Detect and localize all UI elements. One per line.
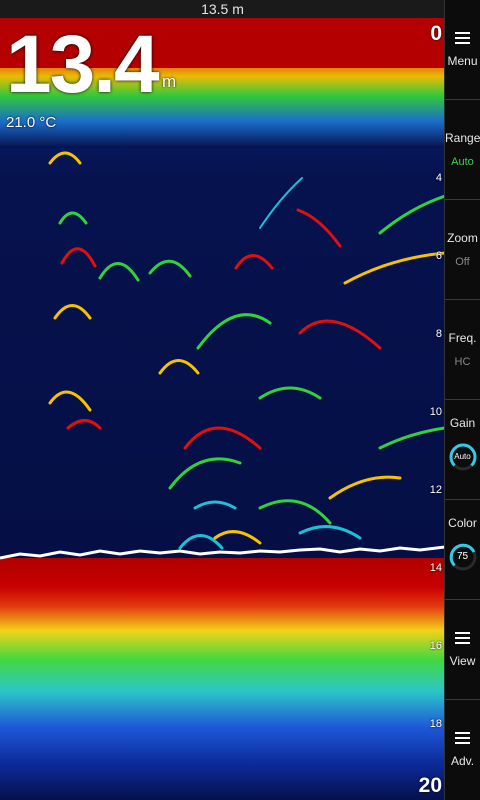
hamburger-icon (455, 732, 470, 744)
scale-label-4: 4 (435, 172, 442, 184)
hamburger-icon (455, 32, 470, 44)
water-temperature: 21.0 °C (6, 114, 57, 131)
scale-label-20: 20 (418, 774, 442, 797)
range-button[interactable]: Range Auto (445, 100, 480, 200)
status-depth-text: 13.5 m (201, 1, 244, 17)
zoom-button[interactable]: Zoom Off (445, 200, 480, 300)
zoom-label: Zoom (447, 231, 478, 245)
color-label: Color (448, 516, 477, 530)
zoom-value: Off (455, 256, 470, 268)
scale-label-18: 18 (429, 718, 442, 730)
advanced-label: Adv. (450, 754, 475, 768)
view-label: View (449, 654, 476, 668)
gain-label: Gain (449, 416, 476, 430)
scale-label-16: 16 (429, 640, 442, 652)
advanced-button[interactable]: Adv. (445, 700, 480, 800)
view-button[interactable]: View (445, 600, 480, 700)
hamburger-icon (455, 632, 470, 644)
gain-value: Auto (454, 452, 471, 461)
depth-unit: m (162, 72, 177, 91)
range-label: Range (445, 131, 480, 145)
frequency-label: Freq. (448, 331, 477, 345)
frequency-button[interactable]: Freq. HC (445, 300, 480, 400)
frequency-value: HC (454, 356, 471, 368)
scale-label-6: 6 (435, 250, 442, 262)
side-menu: Menu Range Auto Zoom Off Freq. HC Gain A… (444, 0, 480, 800)
gain-button[interactable]: Gain Auto (445, 400, 480, 500)
depth-readout: 13.4 (6, 19, 160, 110)
sonar-view[interactable]: 13.4 m 21.0 °C 0 4 6 8 10 12 14 16 18 20 (0, 18, 445, 800)
color-button[interactable]: Color 75 (445, 500, 480, 600)
scale-label-0: 0 (430, 22, 442, 45)
scale-label-12: 12 (429, 484, 442, 496)
scale-label-10: 10 (429, 406, 442, 418)
status-bar: 13.5 m (0, 0, 445, 18)
sonar-echogram (0, 18, 445, 800)
menu-label: Menu (447, 54, 478, 68)
range-value: Auto (451, 156, 474, 168)
menu-button[interactable]: Menu (445, 0, 480, 100)
scale-label-14: 14 (429, 562, 442, 574)
color-value: 75 (456, 551, 469, 562)
scale-label-8: 8 (435, 328, 442, 340)
